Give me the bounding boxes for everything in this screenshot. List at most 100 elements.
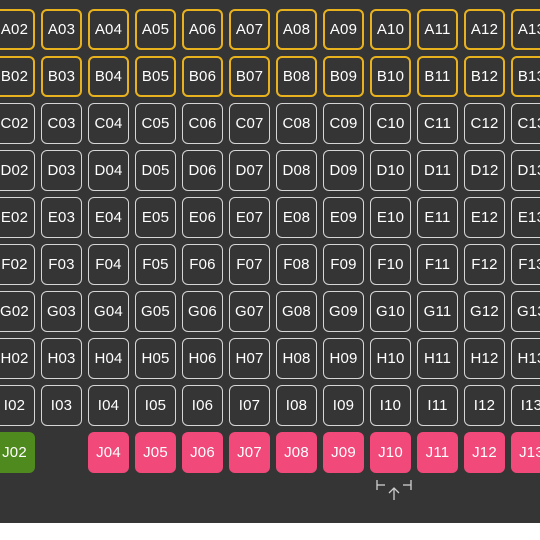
seat-c04[interactable]: C04: [88, 103, 129, 144]
seat-f13[interactable]: F13: [511, 244, 540, 285]
seat-d09[interactable]: D09: [323, 150, 364, 191]
seat-a11[interactable]: A11: [417, 9, 458, 50]
seat-d13[interactable]: D13: [511, 150, 540, 191]
seat-d07[interactable]: D07: [229, 150, 270, 191]
seat-i11[interactable]: I11: [417, 385, 458, 426]
seat-b03[interactable]: B03: [41, 56, 82, 97]
seat-i08[interactable]: I08: [276, 385, 317, 426]
seat-i10[interactable]: I10: [370, 385, 411, 426]
seat-h13[interactable]: H13: [511, 338, 540, 379]
seat-h12[interactable]: H12: [464, 338, 505, 379]
seat-g06[interactable]: G06: [182, 291, 223, 332]
seat-h05[interactable]: H05: [135, 338, 176, 379]
seat-d10[interactable]: D10: [370, 150, 411, 191]
seat-d12[interactable]: D12: [464, 150, 505, 191]
seat-f03[interactable]: F03: [41, 244, 82, 285]
seat-f07[interactable]: F07: [229, 244, 270, 285]
seat-j04[interactable]: J04: [88, 432, 129, 473]
seat-e02[interactable]: E02: [0, 197, 35, 238]
seat-c08[interactable]: C08: [276, 103, 317, 144]
seat-b10[interactable]: B10: [370, 56, 411, 97]
seat-e05[interactable]: E05: [135, 197, 176, 238]
seat-i09[interactable]: I09: [323, 385, 364, 426]
seat-e08[interactable]: E08: [276, 197, 317, 238]
seat-a12[interactable]: A12: [464, 9, 505, 50]
seat-g07[interactable]: G07: [229, 291, 270, 332]
seat-b13[interactable]: B13: [511, 56, 540, 97]
seat-a08[interactable]: A08: [276, 9, 317, 50]
seat-a02[interactable]: A02: [0, 9, 35, 50]
seat-d08[interactable]: D08: [276, 150, 317, 191]
seat-e11[interactable]: E11: [417, 197, 458, 238]
seat-a05[interactable]: A05: [135, 9, 176, 50]
seat-g09[interactable]: G09: [323, 291, 364, 332]
seat-g05[interactable]: G05: [135, 291, 176, 332]
seat-a13[interactable]: A13: [511, 9, 540, 50]
seat-c02[interactable]: C02: [0, 103, 35, 144]
seat-c10[interactable]: C10: [370, 103, 411, 144]
seat-c06[interactable]: C06: [182, 103, 223, 144]
seat-f04[interactable]: F04: [88, 244, 129, 285]
seat-b02[interactable]: B02: [0, 56, 35, 97]
seat-j08[interactable]: J08: [276, 432, 317, 473]
seat-i06[interactable]: I06: [182, 385, 223, 426]
seat-b08[interactable]: B08: [276, 56, 317, 97]
seat-a09[interactable]: A09: [323, 9, 364, 50]
seat-g13[interactable]: G13: [511, 291, 540, 332]
seat-f12[interactable]: F12: [464, 244, 505, 285]
seat-c13[interactable]: C13: [511, 103, 540, 144]
seat-e13[interactable]: E13: [511, 197, 540, 238]
seat-b11[interactable]: B11: [417, 56, 458, 97]
seat-i04[interactable]: I04: [88, 385, 129, 426]
seat-a04[interactable]: A04: [88, 9, 129, 50]
seat-e09[interactable]: E09: [323, 197, 364, 238]
seat-i07[interactable]: I07: [229, 385, 270, 426]
seat-j06[interactable]: J06: [182, 432, 223, 473]
seat-e10[interactable]: E10: [370, 197, 411, 238]
seat-a07[interactable]: A07: [229, 9, 270, 50]
seat-g04[interactable]: G04: [88, 291, 129, 332]
seat-f05[interactable]: F05: [135, 244, 176, 285]
seat-h04[interactable]: H04: [88, 338, 129, 379]
seat-a03[interactable]: A03: [41, 9, 82, 50]
seat-i03[interactable]: I03: [41, 385, 82, 426]
seat-c09[interactable]: C09: [323, 103, 364, 144]
seat-f11[interactable]: F11: [417, 244, 458, 285]
seat-f02[interactable]: F02: [0, 244, 35, 285]
seat-f08[interactable]: F08: [276, 244, 317, 285]
seat-b06[interactable]: B06: [182, 56, 223, 97]
seat-d03[interactable]: D03: [41, 150, 82, 191]
seat-j02[interactable]: J02: [0, 432, 35, 473]
seat-c12[interactable]: C12: [464, 103, 505, 144]
seat-b09[interactable]: B09: [323, 56, 364, 97]
seat-h11[interactable]: H11: [417, 338, 458, 379]
seat-c07[interactable]: C07: [229, 103, 270, 144]
seat-h02[interactable]: H02: [0, 338, 35, 379]
seat-b05[interactable]: B05: [135, 56, 176, 97]
seat-h08[interactable]: H08: [276, 338, 317, 379]
seat-h07[interactable]: H07: [229, 338, 270, 379]
seat-j12[interactable]: J12: [464, 432, 505, 473]
seat-a06[interactable]: A06: [182, 9, 223, 50]
seat-b07[interactable]: B07: [229, 56, 270, 97]
seat-h10[interactable]: H10: [370, 338, 411, 379]
seat-a10[interactable]: A10: [370, 9, 411, 50]
seat-c05[interactable]: C05: [135, 103, 176, 144]
seat-i05[interactable]: I05: [135, 385, 176, 426]
seat-j05[interactable]: J05: [135, 432, 176, 473]
seat-h06[interactable]: H06: [182, 338, 223, 379]
seat-g08[interactable]: G08: [276, 291, 317, 332]
seat-j11[interactable]: J11: [417, 432, 458, 473]
seat-c03[interactable]: C03: [41, 103, 82, 144]
seat-g11[interactable]: G11: [417, 291, 458, 332]
seat-b04[interactable]: B04: [88, 56, 129, 97]
seat-f06[interactable]: F06: [182, 244, 223, 285]
seat-i13[interactable]: I13: [511, 385, 540, 426]
seat-f10[interactable]: F10: [370, 244, 411, 285]
seat-h03[interactable]: H03: [41, 338, 82, 379]
seat-d05[interactable]: D05: [135, 150, 176, 191]
seat-i02[interactable]: I02: [0, 385, 35, 426]
seat-j10[interactable]: J10: [370, 432, 411, 473]
seat-e12[interactable]: E12: [464, 197, 505, 238]
seat-g12[interactable]: G12: [464, 291, 505, 332]
